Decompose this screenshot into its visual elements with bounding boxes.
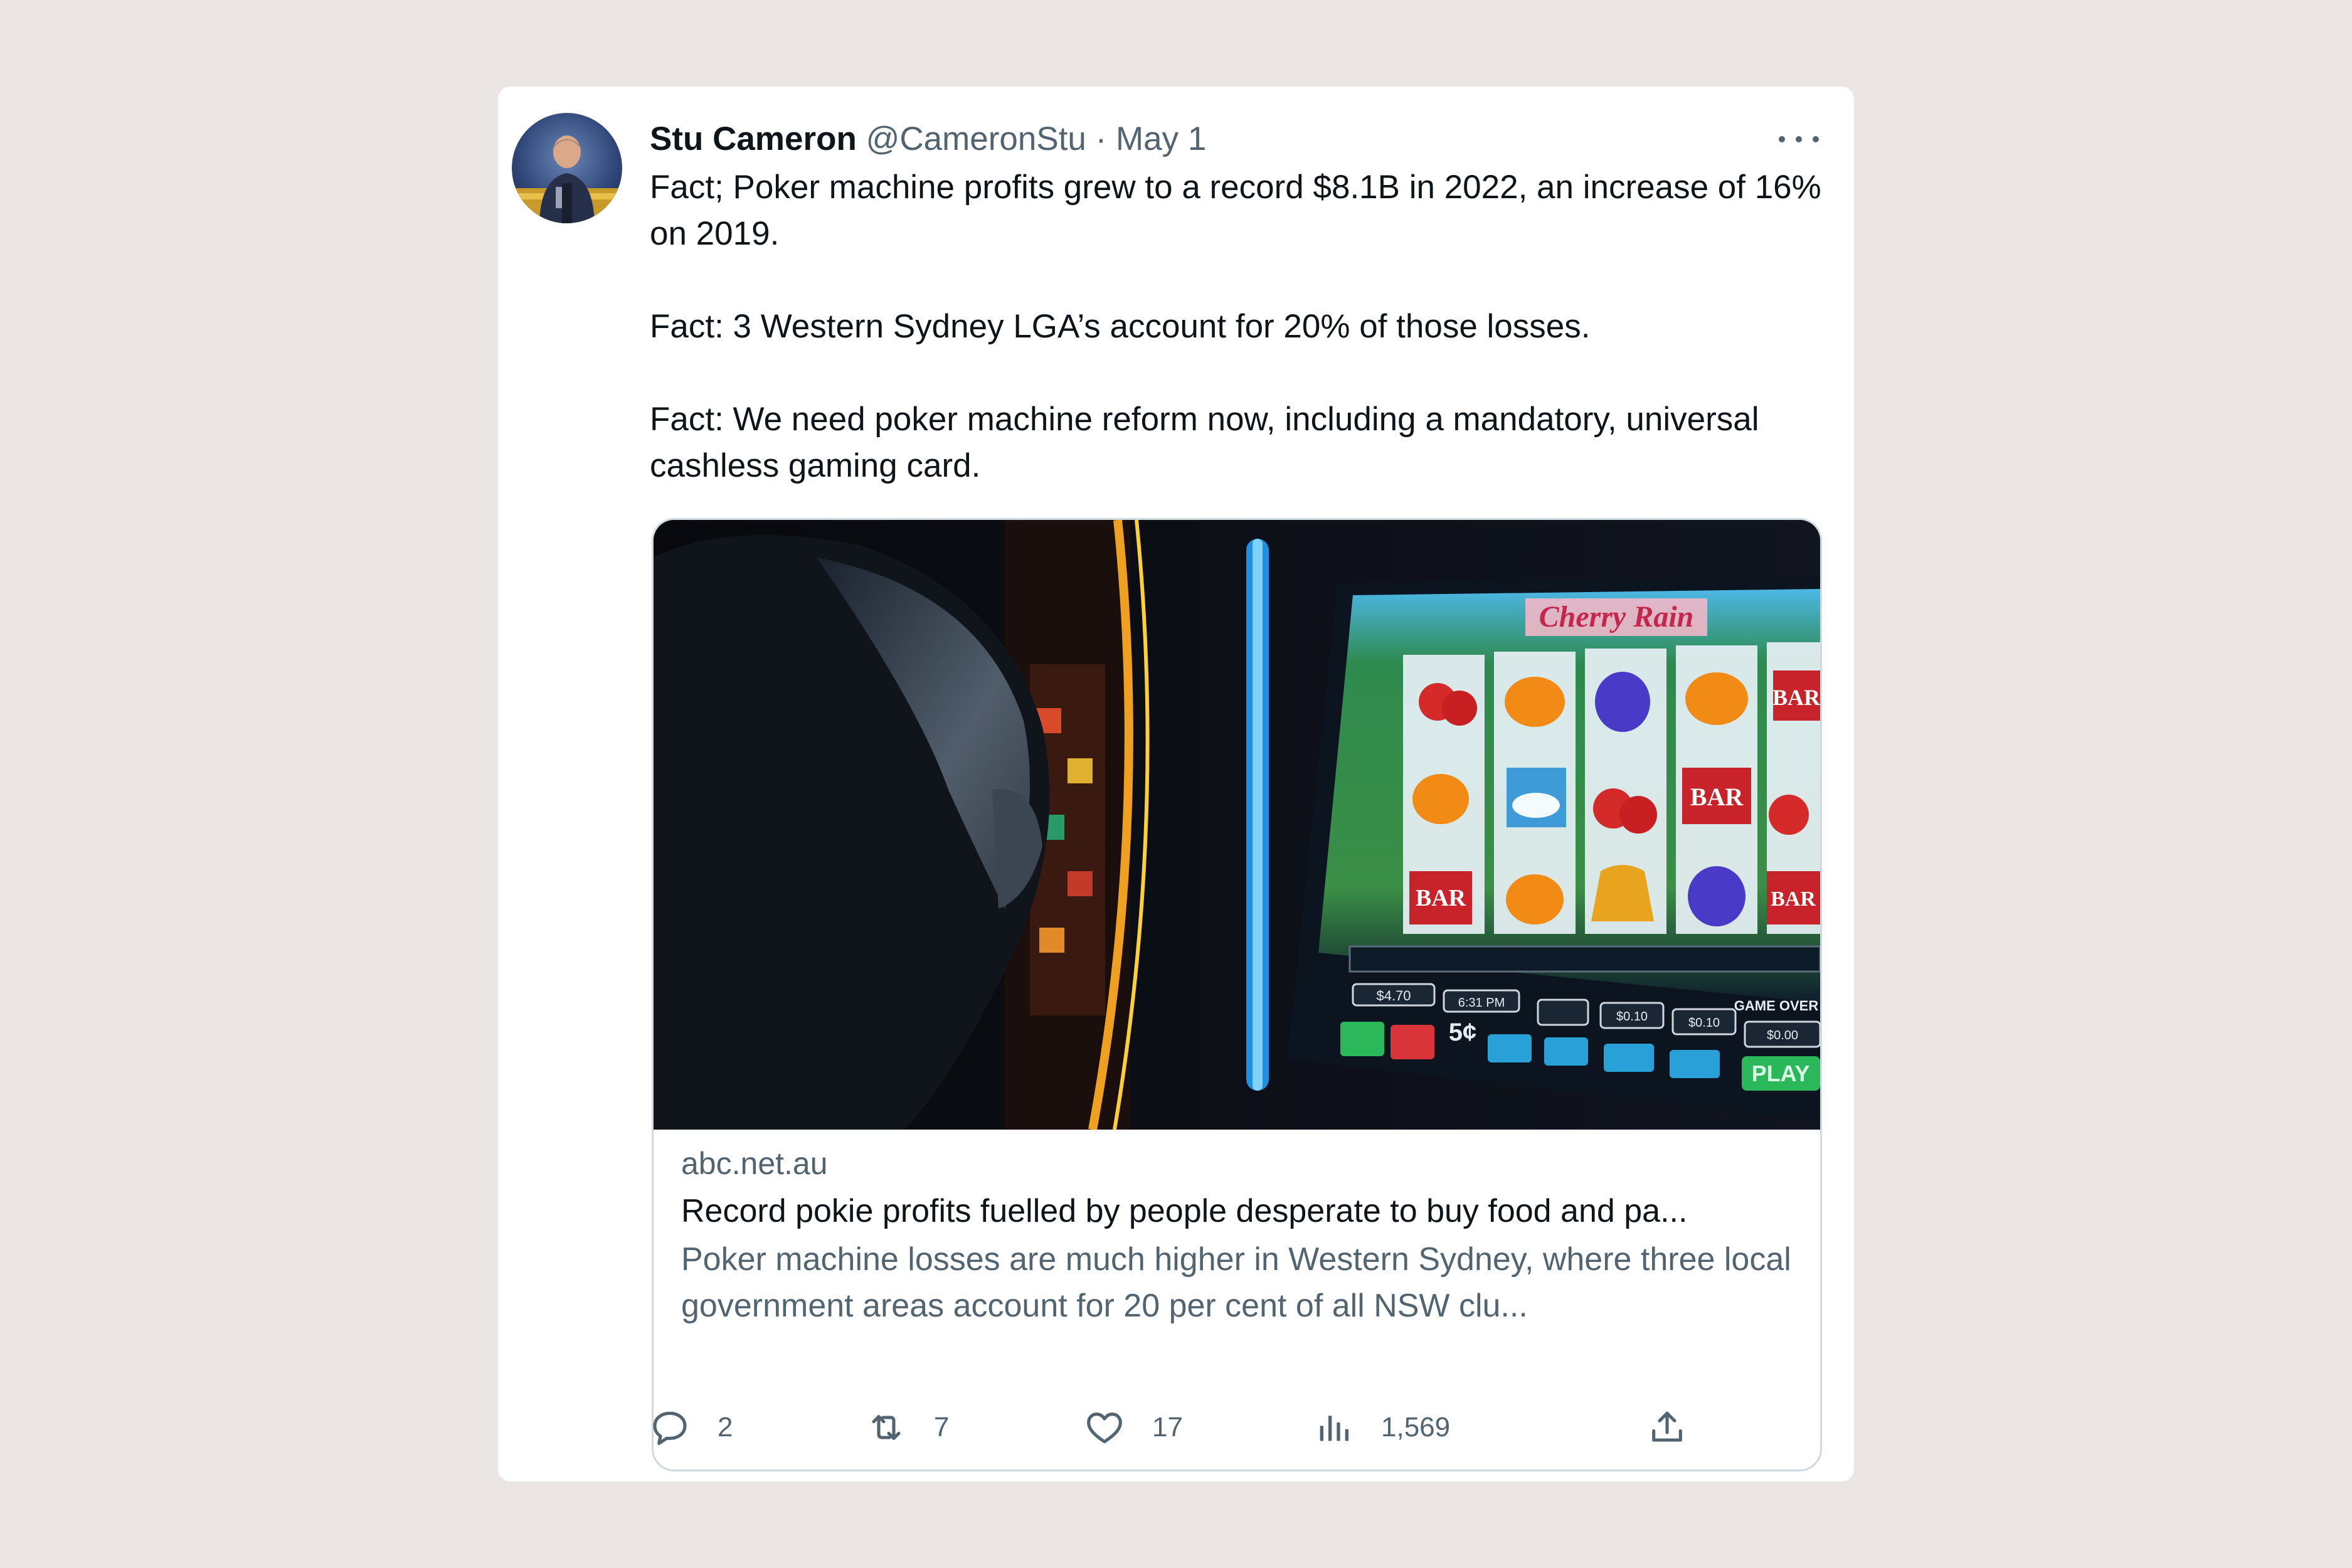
credit-text: $4.70 xyxy=(1376,988,1411,1004)
symbol-bar-text: BAR xyxy=(1690,783,1744,811)
retweet-button[interactable]: 7 xyxy=(866,1402,949,1453)
bet-text: $0.10 xyxy=(1688,1016,1720,1030)
game-over-text: GAME OVER xyxy=(1734,998,1819,1014)
author-name[interactable]: Stu Cameron xyxy=(650,120,857,157)
retweet-icon xyxy=(866,1407,906,1448)
link-preview-card[interactable]: Cherry Rain BAR BAR BAR BAR $4.70 6:31 P… xyxy=(652,518,1822,1471)
reply-button[interactable]: 2 xyxy=(650,1402,733,1453)
header-separator: · xyxy=(1095,120,1107,157)
symbol-bar-text: BAR xyxy=(1416,885,1466,911)
reply-count: 2 xyxy=(718,1412,733,1443)
tweet-text: Fact; Poker machine profits grew to a re… xyxy=(650,164,1829,489)
symbol-bar-text: BAR xyxy=(1771,887,1816,911)
share-button[interactable] xyxy=(1647,1402,1687,1453)
tweet-header: Stu Cameron @CameronStu · May 1 xyxy=(650,117,1206,162)
denomination-text: 5¢ xyxy=(1449,1019,1477,1046)
tweet-paragraph-1: Fact; Poker machine profits grew to a re… xyxy=(650,169,1821,252)
views-button[interactable]: 1,569 xyxy=(1313,1402,1450,1453)
tweet-actions: 2 7 17 1,569 xyxy=(650,1402,1682,1453)
link-title[interactable]: Record pokie profits fuelled by people d… xyxy=(681,1186,1798,1236)
link-preview-body[interactable]: abc.net.au Record pokie profits fuelled … xyxy=(681,1141,1798,1329)
tweet-card[interactable]: Stu Cameron @CameronStu · May 1 Fact; Po… xyxy=(498,87,1854,1481)
more-icon[interactable] xyxy=(1779,124,1819,154)
retweet-count: 7 xyxy=(934,1412,950,1443)
like-button[interactable]: 17 xyxy=(1084,1402,1183,1453)
play-text: PLAY xyxy=(1752,1061,1810,1086)
game-title-text: Cherry Rain xyxy=(1539,600,1694,633)
share-icon xyxy=(1647,1407,1687,1448)
avatar[interactable] xyxy=(512,113,622,223)
views-count: 1,569 xyxy=(1381,1412,1451,1443)
link-domain[interactable]: abc.net.au xyxy=(681,1141,1798,1186)
tweet-date[interactable]: May 1 xyxy=(1116,120,1206,157)
link-description: Poker machine losses are much higher in … xyxy=(681,1241,1791,1324)
like-count: 17 xyxy=(1152,1412,1183,1443)
bet-text: $0.10 xyxy=(1616,1010,1648,1024)
bet-text: $0.00 xyxy=(1767,1029,1798,1042)
like-icon xyxy=(1084,1407,1125,1448)
author-handle[interactable]: @CameronStu xyxy=(866,120,1086,157)
time-text: 6:31 PM xyxy=(1458,996,1505,1010)
views-icon xyxy=(1313,1407,1353,1448)
tweet-paragraph-2: Fact: 3 Western Sydney LGA’s account for… xyxy=(650,308,1591,345)
reply-icon xyxy=(650,1407,690,1448)
link-preview-image[interactable]: Cherry Rain BAR BAR BAR BAR $4.70 6:31 P… xyxy=(654,520,1820,1130)
symbol-bar-text: BAR xyxy=(1772,685,1820,710)
tweet-paragraph-3: Fact: We need poker machine reform now, … xyxy=(650,401,1759,484)
